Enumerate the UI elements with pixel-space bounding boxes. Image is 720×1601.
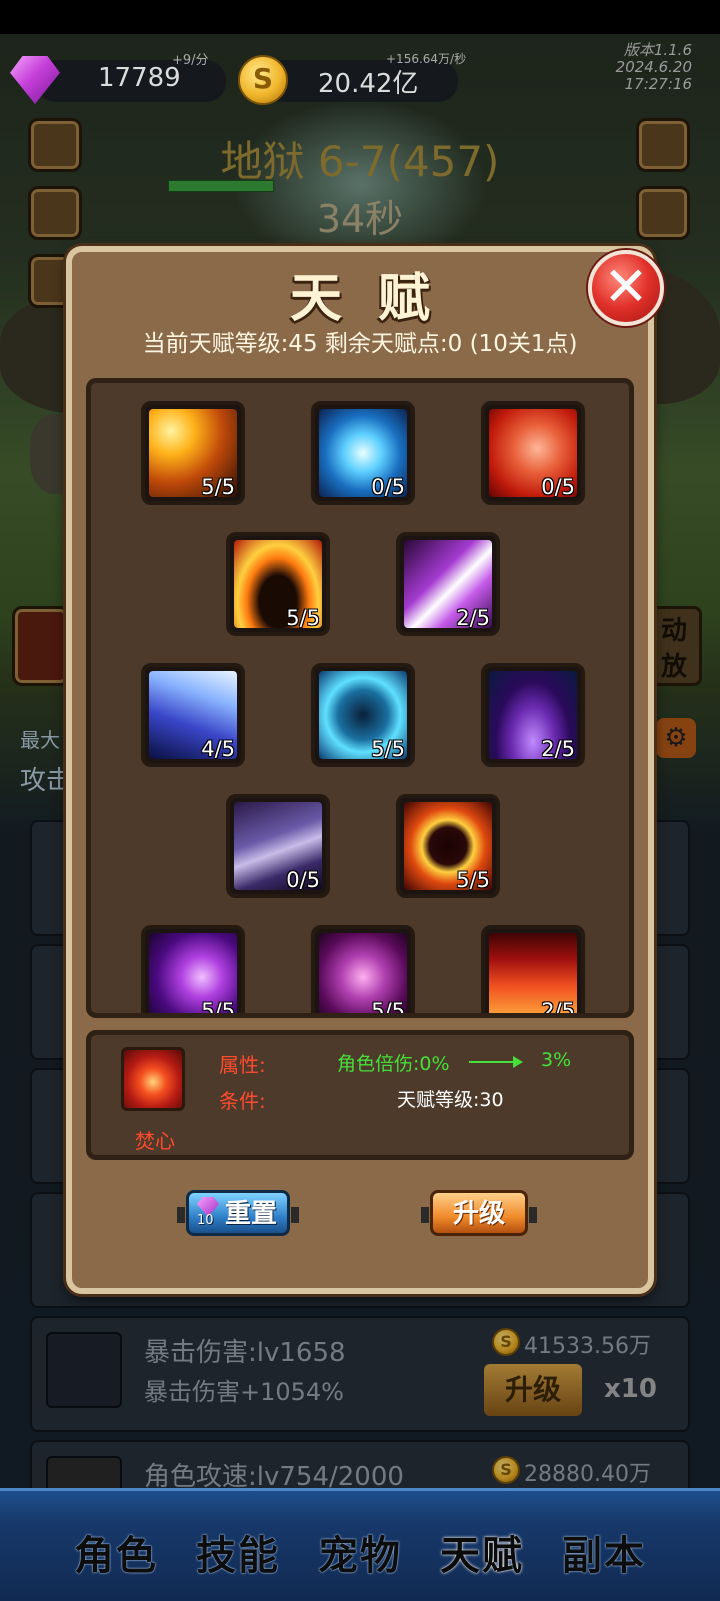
crit-damage-name: 暴击伤害:lv1658 [144, 1338, 346, 1368]
auto-release-label-2: 放 [660, 652, 687, 682]
crit-claw-icon [46, 1332, 122, 1408]
status-bar [0, 0, 720, 34]
burning-heart-icon [121, 1047, 185, 1111]
nav-tab-talent[interactable]: 天赋 [440, 1523, 524, 1581]
talent-level: 2/5 [541, 737, 575, 761]
talent-level: 0/5 [541, 475, 575, 499]
talent-name: 焚心 [135, 1129, 175, 1153]
crit-damage-row: 暴击伤害:lv1658 暴击伤害+1054% S 41533.56万 升级 x1… [30, 1316, 690, 1432]
button-notch [529, 1207, 537, 1223]
attribute-value: 角色倍伤:0% [337, 1053, 450, 1075]
talent-claw[interactable]: 0/5 [226, 794, 330, 898]
button-notch [421, 1207, 429, 1223]
gem-rate: +9/分 [172, 53, 209, 68]
gold-rate: +156.64万/秒 [386, 52, 467, 66]
gold-coin-icon: S [492, 1456, 520, 1484]
talent-fire-punch[interactable]: 5/5 [141, 401, 245, 505]
attack-speed-cost: 28880.40万 [524, 1462, 651, 1487]
attribute-next-value: 3% [541, 1049, 572, 1071]
talent-summary: 当前天赋等级:45 剩余天赋点:0 (10关1点) [142, 331, 578, 357]
gem-count: 17789 [98, 63, 181, 93]
button-notch [177, 1207, 185, 1223]
talent-modal: 天赋 ✕ 当前天赋等级:45 剩余天赋点:0 (10关1点) 5/5 0/5 0… [66, 246, 664, 1294]
nav-tab-dungeon[interactable]: 副本 [562, 1523, 646, 1581]
upgrade-label: 升级 [452, 1199, 505, 1229]
attribute-label: 属性: [219, 1053, 266, 1077]
close-button[interactable]: ✕ [588, 250, 664, 326]
talent-swift-arrow[interactable]: 0/5 [311, 401, 415, 505]
talent-golden-halo[interactable]: 5/5 [396, 794, 500, 898]
gold-coin-icon: S [492, 1328, 520, 1356]
reset-button[interactable]: 10 重置 [177, 1190, 299, 1236]
talent-level: 4/5 [201, 737, 235, 761]
modal-title: 天赋 [289, 268, 466, 329]
talent-drill[interactable]: 2/5 [396, 532, 500, 636]
talent-demon[interactable]: 5/5 [311, 925, 415, 1018]
auto-release-button[interactable]: 动 放 [646, 606, 702, 686]
bottom-nav: 角色 技能 宠物 天赋 副本 [0, 1488, 720, 1601]
crit-multiplier[interactable]: x10 [604, 1374, 657, 1404]
talent-level: 5/5 [371, 737, 405, 761]
talent-grid[interactable]: 5/5 0/5 0/5 5/5 2/5 4/5 5/5 2/5 0/5 5/5 … [86, 378, 634, 1018]
settings-gear-icon[interactable]: ⚙ [656, 718, 696, 758]
talent-level: 5/5 [201, 999, 235, 1018]
gold-count: 20.42亿 [318, 69, 419, 99]
nav-tab-skills[interactable]: 技能 [196, 1523, 280, 1581]
left-stat-label-1: 最大 [20, 728, 60, 752]
nav-tab-character[interactable]: 角色 [74, 1523, 158, 1581]
talent-level: 0/5 [286, 868, 320, 892]
talent-level: 5/5 [286, 606, 320, 630]
talent-level: 2/5 [541, 999, 575, 1018]
reset-label: 重置 [224, 1199, 277, 1229]
talent-level: 5/5 [456, 868, 490, 892]
talent-level: 5/5 [201, 475, 235, 499]
talent-crescent-moon[interactable]: 5/5 [141, 925, 245, 1018]
button-notch [291, 1207, 299, 1223]
version-label: 版本1.1.6 [623, 41, 692, 59]
talent-burning-heart[interactable]: 5/5 [226, 532, 330, 636]
reset-cost: 10 [197, 1213, 214, 1228]
talent-turtle-shell[interactable]: 2/5 [481, 663, 585, 767]
condition-value: 天赋等级:30 [397, 1089, 504, 1111]
crit-damage-cost: 41533.56万 [524, 1334, 651, 1359]
upgrade-button[interactable]: 升级 [421, 1190, 537, 1236]
stage-timer: 34秒 [316, 197, 404, 241]
crit-damage-desc: 暴击伤害+1054% [144, 1378, 344, 1406]
talent-ice-shards[interactable]: 4/5 [141, 663, 245, 767]
version-time: 17:27:16 [624, 75, 692, 93]
version-info: 版本1.1.6 2024.6.20 17:27:16 [616, 42, 692, 93]
talent-fire-spikes[interactable]: 2/5 [481, 925, 585, 1018]
talent-info-panel: 焚心 属性: 条件: 角色倍伤:0% 3% 天赋等级:30 [86, 1030, 634, 1160]
stage-title: 地狱 6-7(457) [220, 137, 500, 186]
talent-meditation[interactable]: 5/5 [311, 663, 415, 767]
left-stat-label-2: 攻击 [20, 766, 73, 796]
auto-release-label-1: 动 [660, 616, 687, 646]
arrow-right-icon [469, 1056, 523, 1068]
talent-level: 5/5 [371, 999, 405, 1018]
crit-upgrade-button[interactable]: 升级 [484, 1364, 582, 1416]
talent-muscle[interactable]: 0/5 [481, 401, 585, 505]
version-date: 2024.6.20 [615, 58, 692, 76]
talent-level: 0/5 [371, 475, 405, 499]
hero-portrait-button[interactable] [12, 606, 70, 686]
condition-label: 条件: [219, 1089, 266, 1113]
nav-tab-pets[interactable]: 宠物 [318, 1523, 402, 1581]
talent-level: 2/5 [456, 606, 490, 630]
gold-coin-icon: S [238, 55, 288, 105]
